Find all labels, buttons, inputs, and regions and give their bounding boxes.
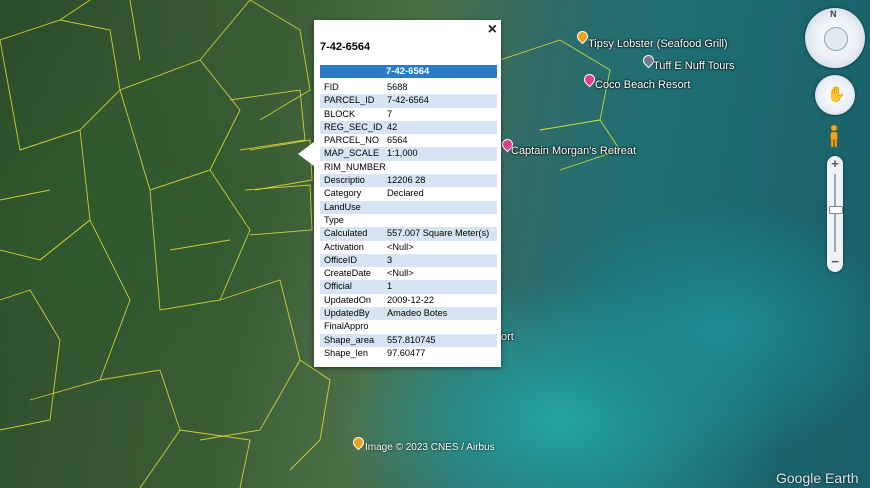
attribute-row: FinalAppro [320,320,497,333]
attribute-key: PARCEL_ID [324,95,375,106]
attribute-row: UpdatedBy Amadeo Botes [320,307,497,321]
attribute-key: Activation [324,241,364,252]
attribute-row: PARCEL_ID 7-42-6564 [320,94,497,108]
attribute-value: 3 [387,254,393,265]
attribute-row: BLOCK 7 [320,108,497,121]
pegman-icon[interactable] [828,124,840,148]
attribute-row: LandUse [320,200,497,214]
attribute-key: MAP_SCALE [324,148,380,159]
place-label-tuff-e-nuff[interactable]: Tuff E Nuff Tours [653,60,735,72]
attribute-row: Official 1 [320,280,497,294]
attribute-row: FID 5688 [320,81,497,94]
attribute-key: BLOCK [324,108,356,119]
attribute-key: REG_SEC_ID [324,121,383,132]
attribute-key: UpdatedBy [324,308,370,319]
zoom-out-button[interactable]: − [827,254,843,269]
attribute-row: OfficeID 3 [320,253,497,268]
attribute-key: Shape_area [324,334,375,345]
pan-control[interactable]: ✋ [815,75,855,115]
attribute-row: UpdatedOn 2009-12-22 [320,294,497,307]
attribute-value: 7-42-6564 [387,95,429,106]
attribute-row: Type [320,214,497,227]
attribute-value: 5688 [387,82,408,92]
attribute-key: Calculated [324,228,368,239]
attribute-row: MAP_SCALE 1:1,000 [320,147,497,161]
attribute-key: FinalAppro [324,321,369,332]
place-label-partial: ort [501,331,514,343]
attribute-value: <Null> [387,241,414,252]
attribute-row: Activation <Null> [320,241,497,254]
zoom-slider[interactable]: + − [827,156,843,272]
attribute-key: CreateDate [324,268,371,279]
hand-icon: ✋ [827,86,846,103]
attribute-key: Official [324,281,352,292]
attribute-row: Descriptio 12206 28 [320,174,497,188]
attribute-value: Amadeo Botes [387,308,448,319]
attribute-value: 557.007 Square Meter(s) [387,228,490,239]
popup-title: 7-42-6564 [320,41,371,53]
look-around-icon[interactable] [824,27,848,51]
attribute-row: RIM_NUMBER [320,161,497,174]
zoom-in-button[interactable]: + [827,156,843,171]
attribute-row: CreateDate <Null> [320,267,497,280]
attribute-row: PARCEL_NO 6564 [320,134,497,147]
attribute-row: REG_SEC_ID 42 [320,120,497,135]
imagery-credit: Image © 2023 CNES / Airbus [365,442,495,453]
attribute-row: Calculated 557.007 Square Meter(s) [320,227,497,241]
attribute-value: 12206 28 [387,175,426,186]
zoom-thumb[interactable] [829,206,843,214]
place-label-coco-beach[interactable]: Coco Beach Resort [595,79,690,91]
attribute-value: 7 [387,108,393,119]
parcel-info-popup: × 7-42-6564 7-42-6564 FID 5688 PARCEL_ID 7-… [298,20,501,367]
place-label-captain-morgans[interactable]: Captain Morgan's Retreat [511,145,636,157]
attribute-key: OfficeID [324,254,358,265]
attribute-value: 2009-12-22 [387,294,434,305]
attribute-value: <Null> [387,268,414,279]
attribute-row: Shape_len 97.60477 [320,347,497,360]
attribute-key: Shape_len [324,347,368,358]
compass-control[interactable]: N [805,8,865,68]
google-earth-watermark: Google Earth [776,470,859,486]
attribute-value: Declared [387,188,424,199]
attribute-value: 97.60477 [387,347,426,358]
attribute-value: 6564 [387,135,408,146]
attribute-value: 1:1,000 [387,148,418,159]
attribute-value: 42 [387,121,398,132]
north-indicator: N [830,9,837,19]
popup-pointer [298,142,314,166]
attribute-key: RIM_NUMBER [324,161,386,172]
attribute-key: LandUse [324,201,361,212]
attribute-row: Shape_area 557.810745 [320,333,497,347]
attribute-key: Category [324,188,362,199]
place-label-tipsy-lobster[interactable]: Tipsy Lobster (Seafood Grill) [588,38,728,50]
attribute-header-row: 7-42-6564 [320,65,497,78]
attribute-key: PARCEL_NO [324,135,379,146]
close-icon[interactable]: × [488,22,497,38]
attribute-header-value: 7-42-6564 [386,66,430,77]
attribute-key: UpdatedOn [324,294,371,305]
attribute-row: Category Declared [320,187,497,200]
attribute-value: 557.810745 [387,334,436,345]
attribute-value: 1 [387,281,393,292]
attribute-table: FID 5688 PARCEL_ID 7-42-6564 BLOCK 7 REG_SEC_I… [320,81,497,360]
attribute-key: FID [324,82,339,92]
attribute-key: Type [324,214,344,225]
attribute-key: Descriptio [324,175,365,186]
